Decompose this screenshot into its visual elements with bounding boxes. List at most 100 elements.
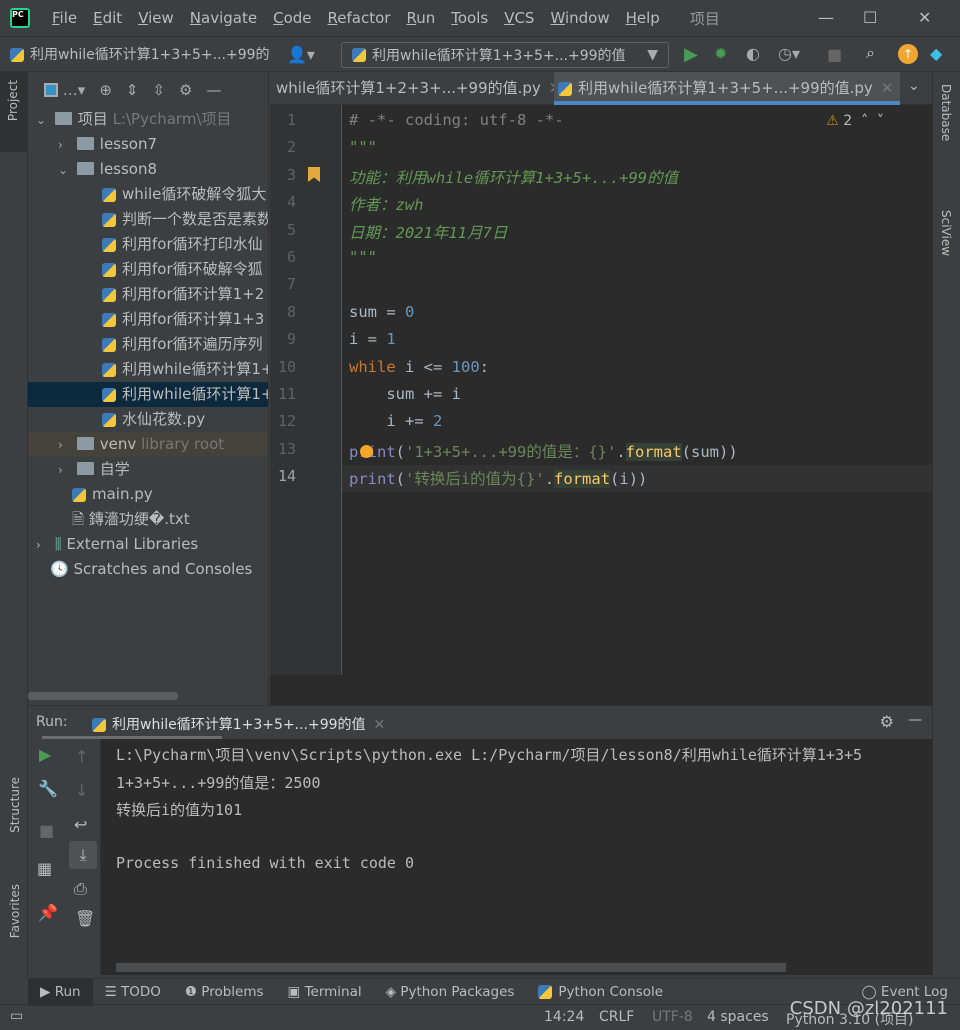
stop-icon[interactable]: ■	[39, 821, 54, 840]
tree-item[interactable]: 利用for循环破解令狐	[28, 257, 268, 282]
tool-tab-todo[interactable]: ☰ TODO	[93, 979, 173, 1006]
close-icon[interactable]: ✕	[881, 79, 894, 97]
chevron-down-icon[interactable]: ⌄	[58, 158, 72, 182]
search-icon[interactable]: ⌕	[866, 43, 875, 63]
pin-icon[interactable]: 📌	[38, 903, 58, 922]
arrow-down-icon[interactable]: ↓	[75, 781, 88, 800]
tool-tab-run[interactable]: ▶ Run	[28, 978, 93, 1006]
gear-icon[interactable]: ⚙	[179, 81, 192, 99]
tree-item[interactable]: › 自学	[28, 457, 268, 482]
sciview-tool-button[interactable]: SciView	[939, 210, 953, 256]
tree-item[interactable]: › lesson7	[28, 132, 268, 157]
menu-refactor[interactable]: Refactor	[320, 9, 399, 27]
debug-icon[interactable]: ✹	[714, 44, 727, 63]
tree-item[interactable]: › ⫼ External Libraries	[28, 532, 268, 557]
tool-tab-python-console[interactable]: Python Console	[526, 979, 675, 1006]
menu-tools[interactable]: Tools	[443, 9, 496, 27]
structure-tool-button[interactable]: Structure	[8, 777, 22, 833]
scroll-to-end-icon[interactable]: ⤓	[69, 841, 97, 869]
tree-item[interactable]: 利用for循环计算1+3	[28, 307, 268, 332]
tree-item[interactable]: while循环破解令狐大	[28, 182, 268, 207]
nav-breadcrumb[interactable]: 利用while循环计算1+3+5+...+99的	[10, 44, 270, 64]
tree-item[interactable]: › venv library root	[28, 432, 268, 457]
file-encoding[interactable]: UTF-8	[652, 1009, 693, 1025]
favorites-tool-button[interactable]: Favorites	[8, 884, 22, 938]
chevron-right-icon[interactable]: ›	[36, 533, 50, 557]
view-select[interactable]: …▾	[44, 81, 85, 99]
menu-file[interactable]: File	[44, 9, 85, 27]
tree-item[interactable]: 利用while循环计算1+	[28, 357, 268, 382]
arrow-up-icon[interactable]: ↑	[75, 747, 88, 766]
hide-icon[interactable]: —	[908, 712, 922, 728]
run-tab[interactable]: 利用while循环计算1+3+5+...+99的值 ✕	[92, 714, 385, 734]
tree-item[interactable]: ⌄ 项目 L:\Pycharm\项目	[28, 107, 268, 132]
menu-vcs[interactable]: VCS	[496, 9, 542, 27]
jetbrains-toolbox-icon[interactable]: ◆	[930, 44, 942, 63]
layout-icon[interactable]: ▦	[37, 859, 52, 878]
menu-edit[interactable]: Edit	[85, 9, 130, 27]
coverage-icon[interactable]: ◐	[746, 44, 760, 63]
database-tool-button[interactable]: Database	[939, 84, 953, 141]
tab-file-active[interactable]: 利用while循环计算1+3+5+...+99的值.py ✕	[554, 72, 900, 105]
minimize-button[interactable]: —	[818, 8, 834, 27]
tool-tab-python-packages[interactable]: ◈ Python Packages	[374, 979, 527, 1006]
tree-item[interactable]: 🕓 Scratches and Consoles	[28, 557, 268, 582]
maximize-button[interactable]: ☐	[863, 8, 877, 27]
console-toolbar: ↑ ↓ ↩ ⤓ ⎙ 🗑	[65, 739, 101, 975]
menu-window[interactable]: Window	[542, 9, 617, 27]
chevron-right-icon[interactable]: ›	[58, 433, 72, 457]
print-icon[interactable]: ⎙	[74, 879, 87, 899]
line-separator[interactable]: CRLF	[599, 1009, 634, 1025]
profile-icon[interactable]: ◷▾	[778, 44, 800, 63]
lightbulb-icon[interactable]	[360, 445, 373, 458]
close-icon[interactable]: ✕	[374, 717, 386, 733]
chevron-down-icon[interactable]: ⌄	[36, 108, 50, 132]
tree-item[interactable]: 利用for循环打印水仙	[28, 232, 268, 257]
close-window-button[interactable]: ✕	[918, 8, 931, 27]
tree-item[interactable]: ⌄ lesson8	[28, 157, 268, 182]
collapse-all-icon[interactable]: ⇳	[152, 81, 165, 99]
tree-item[interactable]: 🗎 鏄濇功绠�.txt	[28, 507, 268, 532]
code-token: (sum))	[681, 442, 738, 461]
locate-icon[interactable]: ⊕	[99, 81, 112, 99]
project-tool-button[interactable]: Project	[6, 80, 20, 121]
stop-icon[interactable]: ■	[827, 45, 842, 64]
gear-icon[interactable]: ⚙	[880, 712, 894, 731]
chevron-right-icon[interactable]: ›	[58, 133, 72, 157]
tree-item[interactable]: main.py	[28, 482, 268, 507]
menu-code[interactable]: Code	[265, 9, 319, 27]
line-number: 9	[286, 330, 296, 349]
soft-wrap-icon[interactable]: ↩	[74, 815, 87, 834]
caret-position[interactable]: 14:24	[544, 1009, 584, 1025]
trash-icon[interactable]: 🗑	[75, 909, 95, 928]
tree-item[interactable]: 利用while循环计算1+	[28, 382, 268, 407]
tool-tab-problems[interactable]: ❶ Problems	[173, 979, 276, 1006]
update-icon[interactable]: ↑	[898, 44, 918, 64]
inspection-widget[interactable]: ⚠ 2 ˄ ˅	[826, 113, 884, 129]
tree-item[interactable]: 水仙花数.py	[28, 407, 268, 432]
console-scrollbar[interactable]	[116, 963, 786, 972]
tab-file[interactable]: while循环计算1+2+3+...+99的值.py✕	[276, 72, 561, 105]
tree-item[interactable]: 判断一个数是否是素数	[28, 207, 268, 232]
run-config-select[interactable]: 利用while循环计算1+3+5+...+99的值 ▼	[341, 42, 669, 68]
indent-setting[interactable]: 4 spaces	[707, 1009, 769, 1025]
menu-help[interactable]: Help	[618, 9, 668, 27]
tabs-chevron-down-icon[interactable]: ⌄	[908, 78, 920, 94]
menu-view[interactable]: View	[130, 9, 182, 27]
tool-tab-terminal[interactable]: ▣ Terminal	[276, 979, 374, 1006]
run-console[interactable]: L:\Pycharm\项目\venv\Scripts\python.exe L:…	[101, 739, 932, 975]
horizontal-scrollbar[interactable]	[28, 692, 178, 700]
code-editor[interactable]: 1 2 3 4 5 6 7 8 9 10 11 12 13 14 # -*- coding: utf-8 …	[270, 105, 932, 705]
chevron-right-icon[interactable]: ›	[58, 458, 72, 482]
user-icon[interactable]: 👤▾	[287, 45, 315, 64]
expand-all-icon[interactable]: ⇕	[126, 81, 139, 99]
menu-navigate[interactable]: Navigate	[182, 9, 265, 27]
menu-run[interactable]: Run	[398, 9, 443, 27]
rerun-icon[interactable]: ▶	[39, 745, 51, 764]
tree-item[interactable]: 利用for循环遍历序列	[28, 332, 268, 357]
tree-item[interactable]: 利用for循环计算1+2	[28, 282, 268, 307]
run-icon[interactable]: ▶	[684, 44, 698, 65]
wrench-icon[interactable]: 🔧	[38, 779, 58, 798]
toggle-tool-windows-icon[interactable]: ▭	[10, 1008, 23, 1024]
hide-icon[interactable]: —	[207, 81, 222, 99]
